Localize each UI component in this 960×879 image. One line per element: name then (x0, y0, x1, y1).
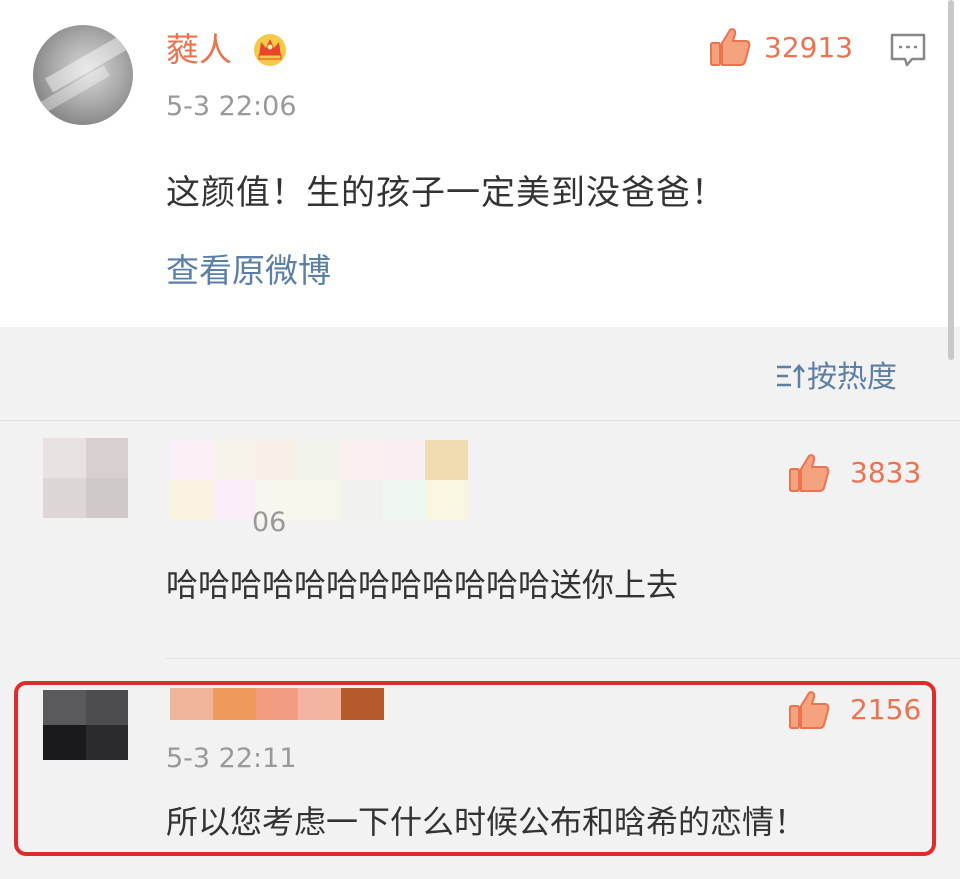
comment-icon[interactable] (888, 30, 928, 70)
user-avatar[interactable] (33, 25, 133, 125)
sort-label: 按热度 (807, 360, 897, 395)
username[interactable]: 蕤人 (166, 28, 232, 72)
comment-avatar[interactable] (43, 438, 128, 518)
sort-by-hot-button[interactable]: 按热度 (775, 358, 897, 398)
thumbs-up-icon[interactable] (787, 451, 831, 495)
sort-icon (777, 364, 805, 388)
like-count: 3833 (850, 456, 922, 489)
comment-time: 06 (252, 507, 287, 538)
view-original-link[interactable]: 查看原微博 (166, 249, 331, 293)
divider (0, 420, 960, 421)
crown-badge-icon (254, 34, 286, 66)
divider (166, 658, 960, 659)
scrollbar[interactable] (948, 0, 954, 360)
like-count: 32913 (764, 31, 854, 64)
comment-content: 哈哈哈哈哈哈哈哈哈哈哈哈送你上去 (166, 566, 679, 604)
post-time: 5-3 22:06 (166, 91, 297, 122)
post-content: 这颜值！生的孩子一定美到没爸爸！ (166, 173, 726, 213)
thumbs-up-icon[interactable] (708, 25, 752, 69)
comment-username-blurred[interactable] (170, 440, 468, 520)
highlight-box (14, 681, 936, 856)
